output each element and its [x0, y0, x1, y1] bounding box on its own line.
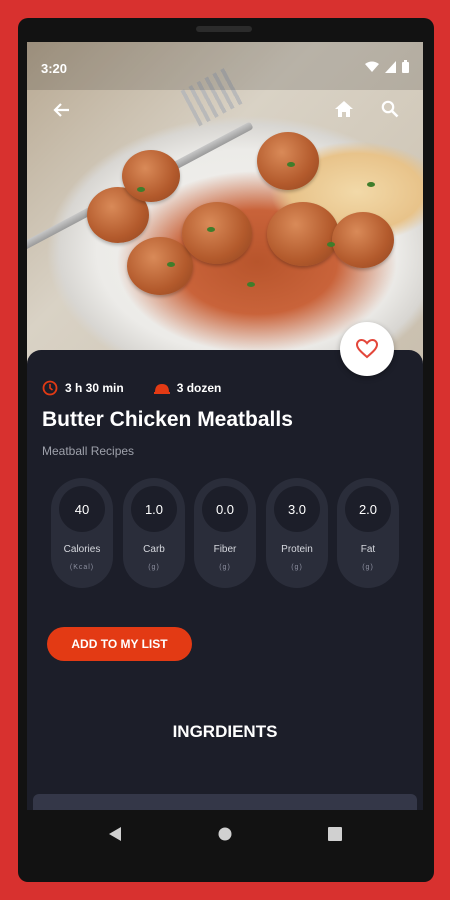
servings: 3 dozen — [153, 381, 222, 395]
nutrition-label: Fiber — [213, 544, 237, 555]
recipe-meta: 3 h 30 min 3 dozen — [42, 380, 221, 396]
status-icons — [365, 60, 409, 73]
heart-outline-icon — [356, 339, 378, 359]
herb-garnish — [327, 242, 335, 247]
nutrition-label: Carb — [143, 544, 165, 555]
arrow-back-icon[interactable] — [47, 96, 75, 124]
nutrition-pill-calories: 40 Calories (Kcal) — [51, 478, 113, 588]
recipe-category[interactable]: Meatball Recipes — [42, 444, 134, 458]
nutrition-label: Fat — [360, 544, 376, 555]
nutrition-label: Calories — [63, 544, 101, 555]
phone-speaker — [196, 26, 252, 32]
herb-garnish — [247, 282, 255, 287]
nutrition-unit: (g) — [291, 564, 303, 571]
herb-garnish — [137, 187, 145, 192]
meatball — [267, 202, 339, 266]
wifi-icon — [365, 61, 379, 72]
meatball — [122, 150, 180, 202]
nutrition-unit: (g) — [219, 564, 231, 571]
meatball — [182, 202, 252, 264]
meatball — [257, 132, 319, 190]
nutrition-unit: (g) — [148, 564, 160, 571]
nav-home-icon[interactable] — [213, 822, 237, 846]
add-to-list-button[interactable]: ADD TO MY LIST — [47, 627, 192, 661]
top-app-bar — [27, 90, 423, 130]
home-icon[interactable] — [330, 95, 358, 123]
nutrition-pill-carb: 1.0 Carb (g) — [123, 478, 185, 588]
nutrition-unit: (Kcal) — [69, 564, 95, 571]
recipe-title: Butter Chicken Meatballs — [42, 408, 293, 431]
signal-icon — [385, 60, 396, 73]
nav-back-icon[interactable] — [103, 822, 127, 846]
nutrition-value: 40 — [59, 486, 105, 532]
nutrition-pill-fiber: 0.0 Fiber (g) — [194, 478, 256, 588]
ingredients-heading: INGRDIENTS — [172, 722, 278, 741]
battery-icon — [402, 60, 409, 73]
nutrition-value: 3.0 — [274, 486, 320, 532]
cook-time: 3 h 30 min — [42, 380, 124, 396]
ingredients-list-top — [33, 794, 417, 810]
dish-icon — [153, 384, 170, 394]
clock-icon — [42, 380, 58, 396]
meatball — [127, 237, 193, 295]
cook-time-text: 3 h 30 min — [65, 381, 124, 395]
meatball — [332, 212, 394, 268]
herb-garnish — [367, 182, 375, 187]
nutrition-facts: 40 Calories (Kcal) 1.0 Carb (g) 0.0 Fibe… — [51, 478, 399, 588]
nutrition-unit: (g) — [362, 564, 374, 571]
status-bar: 3:20 — [27, 42, 423, 90]
app-screen: 3:20 3 h 30 min 3 dozen Butter Chicken M… — [27, 42, 423, 810]
system-nav-bar — [27, 810, 423, 858]
nutrition-value: 0.0 — [202, 486, 248, 532]
nutrition-value: 1.0 — [131, 486, 177, 532]
servings-text: 3 dozen — [176, 381, 222, 395]
favorite-button[interactable] — [340, 322, 394, 376]
status-time: 3:20 — [41, 61, 68, 76]
nav-recents-icon[interactable] — [323, 822, 347, 846]
herb-garnish — [207, 227, 215, 232]
nutrition-value: 2.0 — [345, 486, 391, 532]
nutrition-label: Protein — [281, 544, 313, 555]
search-icon[interactable] — [376, 95, 404, 123]
nutrition-pill-fat: 2.0 Fat (g) — [337, 478, 399, 588]
herb-garnish — [287, 162, 295, 167]
herb-garnish — [167, 262, 175, 267]
nutrition-pill-protein: 3.0 Protein (g) — [266, 478, 328, 588]
